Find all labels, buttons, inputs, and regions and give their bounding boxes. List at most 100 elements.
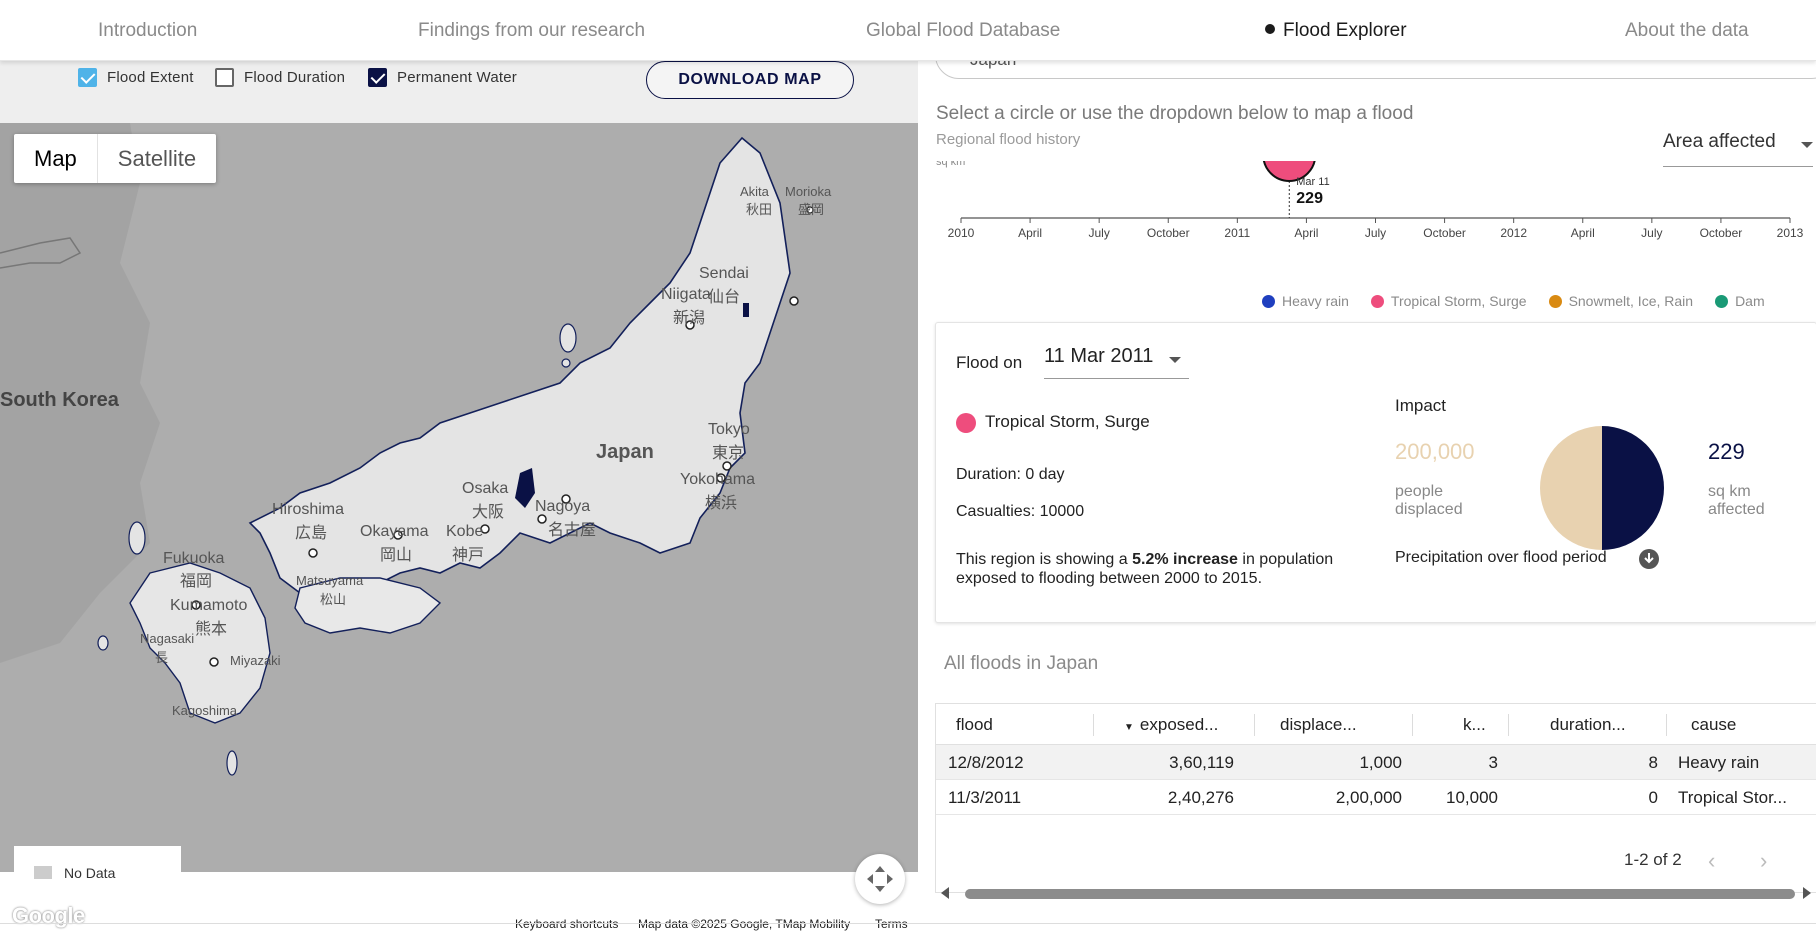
place-label-kobe: Kobe	[446, 523, 484, 540]
note-pre: This region is showing a	[956, 551, 1133, 568]
place-label-yokohama-jp: 横浜	[705, 495, 738, 512]
nav-about-the-data[interactable]: About the data	[1625, 20, 1749, 42]
dam-swatch	[1715, 294, 1729, 308]
cell-killed: 10,000	[1446, 788, 1498, 807]
layer-permanent-water[interactable]: Permanent Water	[368, 68, 517, 87]
place-label-tokyo: Tokyo	[708, 421, 750, 438]
precipitation-label: Precipitation over flood period	[1395, 549, 1607, 566]
col-displaced[interactable]: displace...	[1280, 704, 1357, 745]
x-tick-label: April	[1571, 226, 1595, 240]
chevron-down-icon	[1801, 142, 1813, 148]
cell-flood: 12/8/2012	[948, 753, 1024, 772]
keyboard-shortcuts-link[interactable]: Keyboard shortcuts	[510, 916, 624, 933]
place-label-sendai: Sendai	[699, 265, 749, 282]
map-type-map-button[interactable]: Map	[14, 134, 98, 183]
cell-exposed: 3,60,119	[1169, 753, 1234, 772]
x-tick-label: 2013	[1777, 226, 1804, 240]
selected-value-label: 229	[1296, 190, 1323, 207]
no-data-label: No Data	[64, 865, 116, 881]
checkbox-flood-duration[interactable]	[215, 68, 234, 87]
place-label-kobe-jp: 神戸	[452, 547, 485, 564]
map-graphic	[0, 123, 814, 776]
checkbox-flood-extent[interactable]	[78, 68, 97, 87]
map-panel: Flood Extent Flood Duration Permanent Wa…	[0, 61, 918, 933]
table-scrollbar[interactable]	[935, 884, 1816, 900]
selected-date-label: Mar 11	[1296, 176, 1329, 188]
table-header: flood ▼ exposed... displace... k... durat…	[936, 704, 1816, 745]
tropical-storm-swatch	[1370, 294, 1384, 308]
nav-global-flood-database[interactable]: Global Flood Database	[866, 20, 1060, 42]
col-duration[interactable]: duration...	[1550, 704, 1626, 745]
sort-down-icon: ▼	[1124, 722, 1134, 733]
place-label-morioka: Morioka	[785, 184, 832, 199]
place-label-nagoya-jp: 名古屋	[548, 522, 597, 539]
pagination-label: 1-2 of 2	[1624, 850, 1682, 869]
x-tick-label: 2011	[1224, 226, 1250, 240]
cell-displaced: 1,000	[1359, 753, 1402, 772]
regional-history-title: Regional flood history	[936, 131, 1081, 148]
displaced-label: people displaced	[1395, 483, 1463, 518]
layer-flood-duration[interactable]: Flood Duration	[215, 68, 345, 87]
cell-flood: 11/3/2011	[948, 788, 1022, 807]
download-map-button[interactable]: DOWNLOAD MAP	[646, 61, 854, 99]
snowmelt-swatch	[1548, 294, 1562, 308]
scroll-left-icon[interactable]	[941, 887, 949, 899]
scrollbar-thumb[interactable]	[965, 889, 1795, 899]
prev-page-icon[interactable]: ‹	[1708, 848, 1715, 874]
place-label-miyazaki: Miyazaki	[230, 653, 281, 668]
col-cause[interactable]: cause	[1691, 704, 1736, 745]
col-exposed[interactable]: ▼ exposed...	[1124, 704, 1218, 745]
table-row[interactable]: 11/3/2011 2,40,276 2,00,000 10,000 0 Tro…	[936, 780, 1816, 815]
pie-slice-affected	[1602, 426, 1664, 550]
flood-history-chart[interactable]: sq km 2010 April July October 2011 April July O…	[919, 161, 1816, 291]
col-divider	[1508, 714, 1509, 736]
nav-introduction[interactable]: Introduction	[98, 20, 197, 42]
col-killed[interactable]: k...	[1463, 704, 1486, 745]
cell-duration: 8	[1648, 753, 1658, 772]
place-label-kagoshima: Kagoshima	[172, 703, 238, 718]
place-label-south-korea: South Korea	[0, 389, 119, 411]
col-flood[interactable]: flood	[956, 704, 993, 745]
scroll-right-icon[interactable]	[1803, 887, 1811, 899]
fullscreen-button[interactable]	[855, 854, 905, 904]
place-label-fukuoka-jp: 福岡	[180, 573, 213, 590]
layer-flood-extent[interactable]: Flood Extent	[78, 68, 194, 87]
terms-link[interactable]: Terms	[870, 916, 913, 933]
page-bottom-border	[0, 923, 1816, 924]
affected-value: 229	[1708, 439, 1745, 464]
table-row[interactable]: 12/8/2012 3,60,119 1,000 3 8 Heavy rain	[936, 745, 1816, 780]
chevron-down-icon	[1169, 357, 1181, 363]
map-type-satellite-button[interactable]: Satellite	[98, 134, 216, 183]
flood-date-value: 11 Mar 2011	[1044, 345, 1154, 367]
chart-unit-label: sq km	[936, 161, 965, 168]
cell-duration: 0	[1648, 788, 1658, 807]
place-label-okayama-jp: 岡山	[380, 547, 413, 564]
place-label-japan: Japan	[596, 441, 654, 463]
map-legend: No Data	[14, 846, 181, 902]
place-label-sendai-jp: 仙台	[708, 289, 741, 306]
cause-dot-icon	[956, 413, 976, 433]
download-icon[interactable]	[1639, 549, 1659, 569]
next-page-icon[interactable]: ›	[1760, 848, 1767, 874]
flood-casualties: Casualties: 10000	[956, 503, 1085, 520]
active-dot-icon	[1265, 24, 1275, 34]
nav-findings[interactable]: Findings from our research	[418, 20, 645, 42]
x-tick-label: April	[1018, 226, 1042, 240]
cell-displaced: 2,00,000	[1335, 788, 1402, 807]
flood-cause-label: Tropical Storm, Surge	[985, 412, 1150, 431]
col-exposed-label: exposed...	[1139, 715, 1219, 734]
flood-date-select[interactable]: 11 Mar 2011	[1044, 345, 1189, 379]
x-tick-label: 2012	[1500, 226, 1527, 240]
place-label-hiroshima-jp: 広島	[295, 525, 328, 542]
x-tick-label: 2010	[948, 226, 975, 240]
map-canvas[interactable]: Japan South Korea Tokyo 東京 Osaka 大阪 Hiro…	[0, 123, 918, 872]
impact-heading: Impact	[1395, 396, 1447, 415]
nav-flood-explorer[interactable]: Flood Explorer	[1265, 20, 1407, 42]
col-divider	[1666, 714, 1667, 736]
place-label-okayama: Okayama	[360, 523, 429, 540]
checkbox-permanent-water[interactable]	[368, 68, 387, 87]
metric-select-value: Area affected	[1663, 131, 1776, 152]
place-label-yokohama: Yokohama	[680, 471, 756, 488]
map-data-attribution: Map data ©2025 Google, TMap Mobility	[633, 916, 856, 933]
layer-flood-duration-label: Flood Duration	[244, 69, 346, 86]
